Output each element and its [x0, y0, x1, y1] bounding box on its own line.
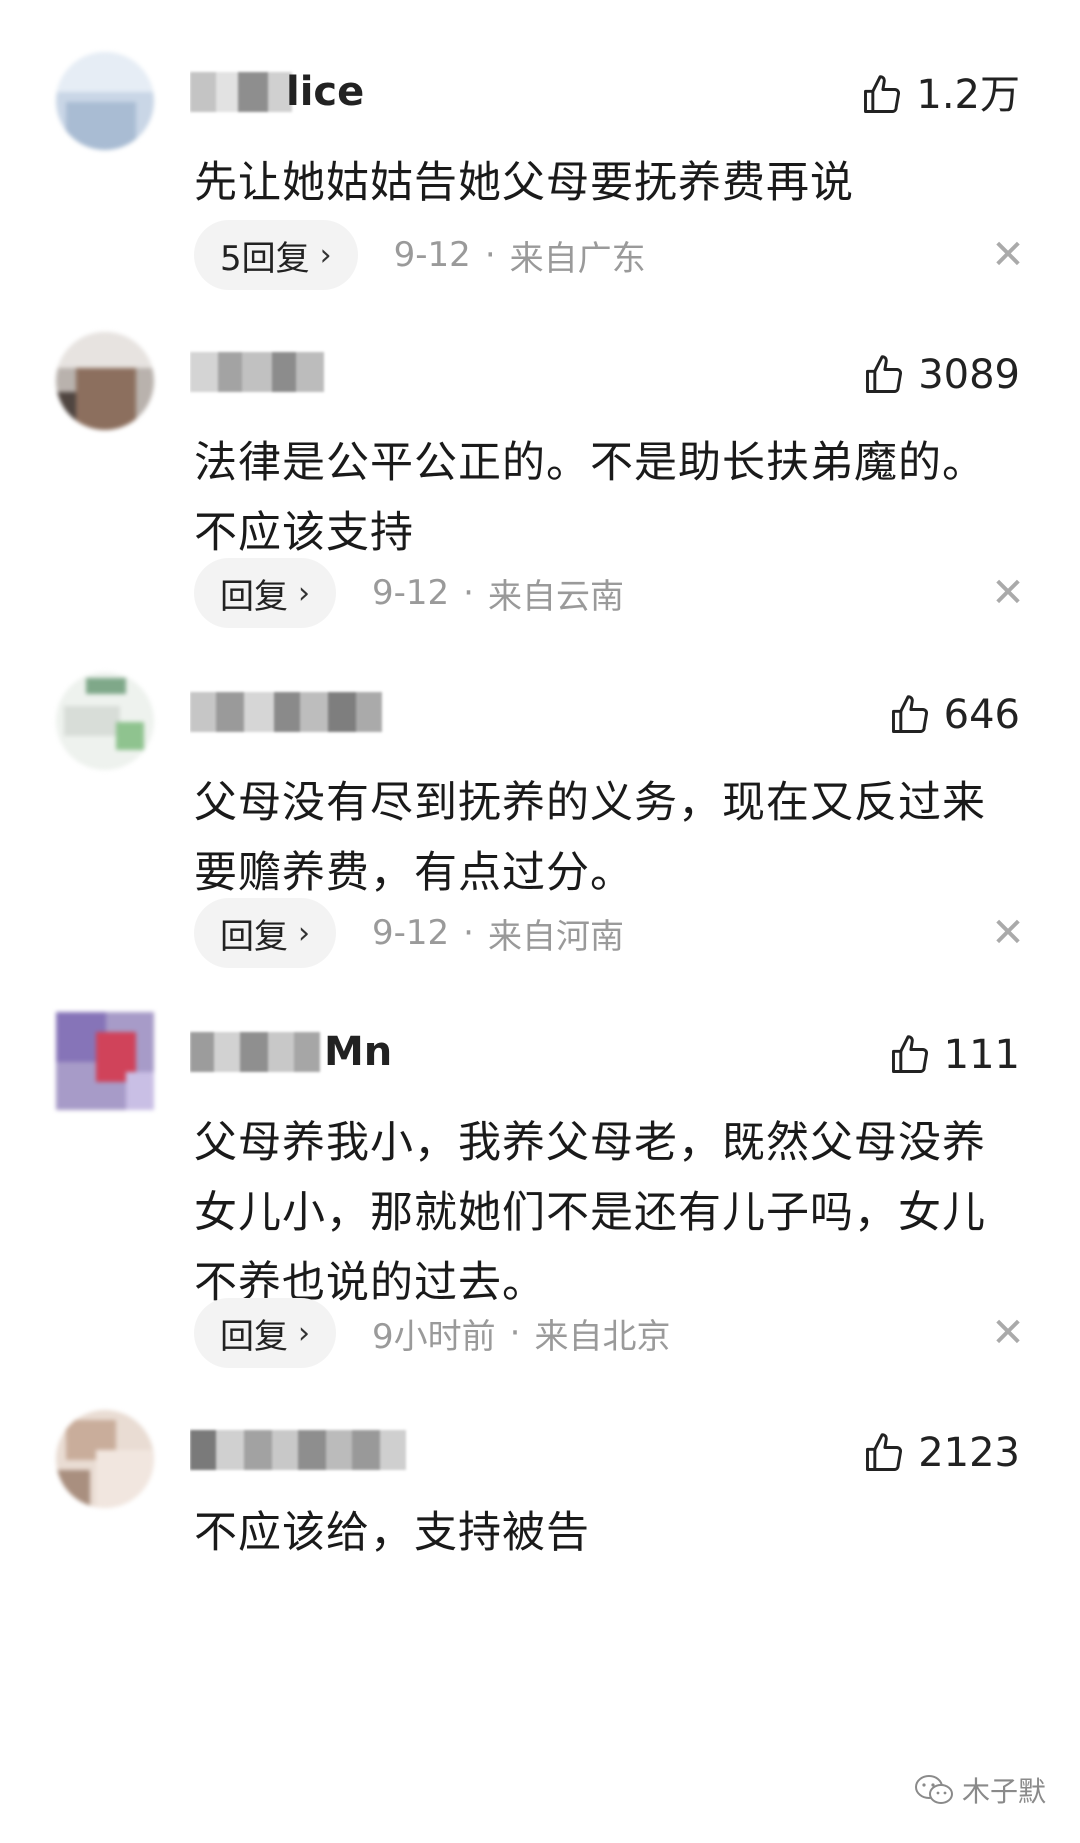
- comment-date: 9-12: [372, 913, 450, 953]
- username[interactable]: [190, 346, 490, 398]
- username[interactable]: lice: [190, 66, 490, 118]
- username-redacted: [190, 1032, 320, 1072]
- thumbs-up-icon: [864, 75, 901, 113]
- username[interactable]: [190, 1424, 490, 1476]
- wechat-icon: [914, 1775, 953, 1804]
- like-button[interactable]: 3089: [862, 350, 1020, 400]
- meta-separator: ·: [463, 573, 474, 613]
- like-button[interactable]: 2123: [862, 1428, 1020, 1478]
- comment-location: 来自云南: [487, 576, 624, 617]
- comment-text: 法律是公平公正的。不是助长扶弟魔的。不应该支持: [194, 438, 986, 558]
- username[interactable]: [190, 686, 490, 738]
- close-icon[interactable]: ✕: [988, 573, 1028, 613]
- meta-separator: ·: [463, 913, 474, 953]
- thumbs-up-icon: [891, 695, 928, 733]
- watermark-text: 木子默: [961, 1775, 1046, 1808]
- close-icon[interactable]: ✕: [988, 1313, 1028, 1353]
- chevron-right-icon: ›: [319, 237, 332, 273]
- reply-button[interactable]: 回复 ›: [194, 1298, 336, 1368]
- close-icon[interactable]: ✕: [988, 235, 1028, 275]
- comment-meta: 5回复 › 9-12 · 来自广东: [194, 220, 646, 290]
- comment-text: 先让她姑姑告她父母要抚养费再说: [194, 158, 854, 208]
- chevron-right-icon: ›: [298, 575, 310, 611]
- meta-separator: ·: [509, 1313, 521, 1353]
- reply-button[interactable]: 5回复 ›: [194, 220, 358, 290]
- username-text: lice: [286, 69, 365, 115]
- avatar[interactable]: [56, 672, 154, 770]
- username[interactable]: Mn: [190, 1026, 490, 1078]
- chevron-right-icon: ›: [298, 1315, 310, 1351]
- comment-text: 父母养我小，我养父母老，既然父母没养女儿小，那就她们不是还有儿子吗，女儿不养也说…: [194, 1118, 986, 1308]
- username-redacted: [190, 1430, 406, 1470]
- like-button[interactable]: 1.2万: [860, 70, 1020, 120]
- username-redacted: [190, 72, 292, 112]
- avatar[interactable]: [56, 1012, 154, 1110]
- like-count: 2123: [918, 1430, 1020, 1476]
- comment-feed: lice 1.2万 先让她姑姑告她父母要抚养费再说 5回复 › 9-12 · 来…: [0, 0, 1080, 1843]
- username-text: Mn: [324, 1029, 393, 1075]
- thumbs-up-icon: [866, 355, 903, 393]
- comment-meta: 回复 › 9-12 · 来自云南: [194, 558, 624, 628]
- thumbs-up-icon: [891, 1035, 928, 1073]
- comment-date: 9-12: [393, 235, 471, 275]
- reply-button[interactable]: 回复 ›: [194, 558, 336, 628]
- comment-date: 9-12: [372, 573, 450, 613]
- comment-meta: 回复 › 9小时前 · 来自北京: [194, 1298, 670, 1368]
- comment-text: 不应该给，支持被告: [194, 1508, 590, 1558]
- comment-date: 9小时前: [372, 1316, 496, 1357]
- avatar[interactable]: [56, 1410, 154, 1508]
- comment-text: 父母没有尽到抚养的义务，现在又反过来要赡养费，有点过分。: [194, 778, 986, 898]
- reply-label: 回复: [220, 1316, 288, 1357]
- thumbs-up-icon: [866, 1433, 903, 1471]
- like-button[interactable]: 111: [888, 1030, 1020, 1080]
- chevron-right-icon: ›: [298, 915, 310, 951]
- reply-label: 5回复: [220, 238, 310, 279]
- like-button[interactable]: 646: [888, 690, 1020, 740]
- reply-label: 回复: [220, 916, 288, 957]
- like-count: 1.2万: [916, 72, 1020, 118]
- like-count: 3089: [918, 352, 1020, 398]
- comment-location: 来自广东: [509, 238, 646, 279]
- comment-location: 来自河南: [487, 916, 624, 957]
- username-redacted: [190, 352, 324, 392]
- close-icon[interactable]: ✕: [988, 913, 1028, 953]
- reply-button[interactable]: 回复 ›: [194, 898, 336, 968]
- comment-location: 来自北京: [534, 1316, 671, 1357]
- avatar[interactable]: [56, 52, 154, 150]
- avatar[interactable]: [56, 332, 154, 430]
- comment-meta: 回复 › 9-12 · 来自河南: [194, 898, 624, 968]
- meta-separator: ·: [484, 235, 496, 275]
- watermark: 木子默: [914, 1770, 1046, 1810]
- username-redacted: [190, 692, 382, 732]
- reply-label: 回复: [220, 576, 288, 617]
- like-count: 646: [943, 692, 1020, 738]
- like-count: 111: [943, 1032, 1020, 1078]
